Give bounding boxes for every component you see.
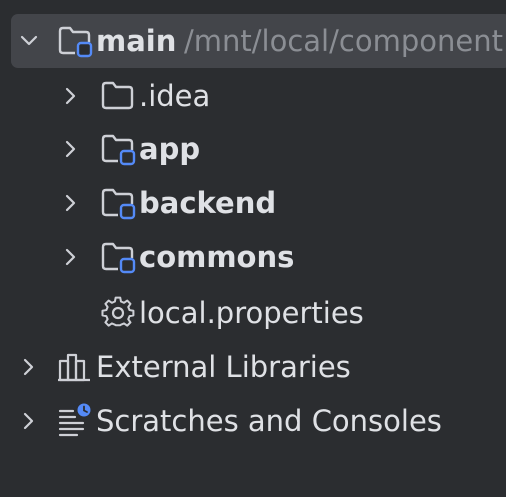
tree-item-label: .idea <box>139 79 211 113</box>
chevron-right-icon[interactable] <box>61 193 81 213</box>
module-folder-icon <box>101 134 136 166</box>
module-folder-icon <box>101 188 136 220</box>
gear-icon <box>101 296 135 327</box>
library-icon <box>58 353 90 382</box>
root-folder-path: /mnt/local/component <box>184 24 503 58</box>
tree-row-app[interactable]: app <box>0 122 506 176</box>
scratches-label: Scratches and Consoles <box>96 404 442 438</box>
tree-row-external-libraries[interactable]: External Libraries <box>0 340 506 394</box>
chevron-right-icon[interactable] <box>19 357 39 377</box>
folder-icon <box>101 81 134 110</box>
tree-row-local-properties[interactable]: local.properties <box>0 286 506 340</box>
module-folder-icon <box>58 26 93 58</box>
chevron-right-icon[interactable] <box>61 86 81 106</box>
chevron-right-icon[interactable] <box>61 139 81 159</box>
tree-row-commons[interactable]: commons <box>0 230 506 284</box>
tree-item-label: commons <box>139 240 295 274</box>
project-tree: main /mnt/local/component .idea app back… <box>0 0 506 497</box>
module-folder-icon <box>101 242 136 274</box>
chevron-down-icon[interactable] <box>19 31 39 51</box>
tree-item-label: backend <box>139 186 277 220</box>
tree-row-backend[interactable]: backend <box>0 176 506 230</box>
chevron-right-icon[interactable] <box>19 411 39 431</box>
tree-item-label: app <box>139 132 201 166</box>
scratches-icon <box>58 403 91 437</box>
external-libraries-label: External Libraries <box>96 350 351 384</box>
tree-row-scratches[interactable]: Scratches and Consoles <box>0 394 506 448</box>
root-folder-name: main <box>96 24 177 58</box>
chevron-right-icon[interactable] <box>61 247 81 267</box>
tree-item-label: local.properties <box>139 296 364 330</box>
tree-row-idea[interactable]: .idea <box>0 69 506 123</box>
tree-row-main[interactable]: main /mnt/local/component <box>0 0 506 68</box>
